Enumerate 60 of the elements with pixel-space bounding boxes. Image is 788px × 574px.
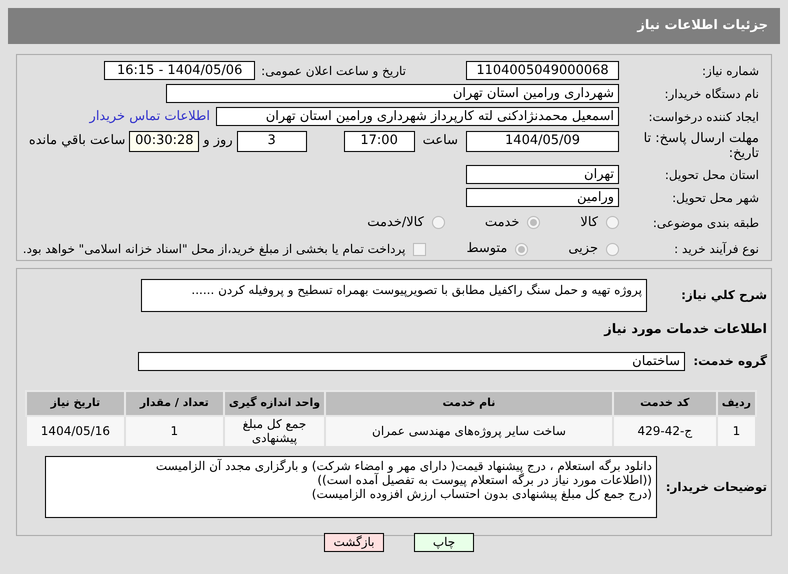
field-label: ساعت [422,132,458,150]
option-label: متوسط [466,240,508,258]
option-label: کالا [580,214,598,232]
text-field[interactable]: ساختمان [138,352,685,370]
field-label: شهر محل تحویل: [671,190,759,206]
text-field[interactable]: 1404/05/06 - 16:15 [104,61,256,80]
column-header: تعداد / مقدار [124,390,224,416]
option-label: جزیی [568,240,598,258]
text-field[interactable]: اسمعیل محمدنژادکنی لته کارپرداز شهرداری ورامین استان تهران [216,107,619,126]
field-label: نوع فرآیند خرید : [673,241,759,258]
table-cell: جمع کل مبلغ پیشنهادی [224,416,326,446]
text-field[interactable]: ورامین [466,188,619,207]
column-header: کد خدمت [612,390,717,416]
table-cell: 1 [716,416,756,446]
field-label: توضیحات خریدار: [664,478,767,496]
radio-button[interactable] [606,216,619,230]
text-field[interactable]: 1104005049000068 [466,61,619,80]
notes-line: دانلود برگه استعلام ، درج پیشنهاد قیمت( دارای مهر و امضاء شرکت) و بارگزاری مجدد آن الزامیست [154,458,652,472]
field-label: شماره نیاز: [701,62,759,80]
field-label: نام دستگاه خریدار: [664,86,759,102]
text-field[interactable]: تهران [466,165,619,184]
table-cell: ج-42-429 [612,416,717,446]
field-label: تاریخ و ساعت اعلان عمومی: [261,62,406,80]
text-field[interactable]: 3 [236,131,307,152]
contact-link[interactable]: اطلاعات تماس خریدار [90,106,210,126]
radio-button[interactable] [515,242,528,256]
description-textarea[interactable]: پروژه تهیه و حمل سنگ راکفیل مطابق با تصویرپیوست بهمراه تسطیح و پروفیله کردن ...... [141,278,647,312]
text-field[interactable]: 1404/05/09 [466,131,619,152]
table-cell: 1404/05/16 [26,416,125,446]
text-field[interactable]: 17:00 [344,131,415,152]
column-header: تاریخ نیاز [26,390,125,416]
radio-button[interactable] [606,242,619,256]
section-heading: اطلاعات خدمات مورد نیاز [602,321,767,339]
field-label: ساعت باقي مانده [28,132,126,150]
column-header: واحد اندازه گیری [224,390,326,416]
table-cell: 1 [124,416,224,446]
page-header: جزئیات اطلاعات نیاز [8,8,780,44]
field-label: ایجاد کننده درخواست: [647,108,759,126]
radio-button[interactable] [432,216,445,230]
field-label: مهلت ارسال پاسخ: تا تاریخ: [642,131,759,161]
column-header: ردیف [716,390,756,416]
notes-textarea[interactable] [45,456,657,518]
notes-line: ((اطلاعات مورد نیاز در برگه استعلام پیوست به تفصیل آمده است)) [317,472,652,486]
option-label: کالا/خدمت [367,214,424,232]
field-label: شرح کلي نياز: [680,287,767,304]
notes-line: (درج جمع کل مبلغ پیشنهادی بدون احتساب ارزش افزوده الزامیست) [310,486,652,500]
field-label: گروه خدمت: [692,353,767,370]
checkbox[interactable] [413,242,426,256]
option-label: خدمت [484,214,520,232]
table-cell: ساخت سایر پروژه‌های مهندسی عمران [325,416,613,446]
column-header: نام خدمت [325,390,613,416]
field-label: استان محل تحویل: [664,166,759,184]
text-field[interactable]: 00:30:28 [129,131,200,152]
field-label: طبقه بندی موضوعی: [652,214,759,232]
field-label: روز و [203,132,233,150]
radio-button[interactable] [527,216,540,230]
back-button[interactable]: بازگشت [324,533,384,552]
option-label: پرداخت تمام یا بخشی از مبلغ خرید،از محل "اسناد خزانه اسلامی" خواهد بود. [22,241,406,258]
text-field[interactable]: شهرداری ورامین استان تهران [166,84,619,103]
print-button[interactable]: چاپ [414,533,474,552]
